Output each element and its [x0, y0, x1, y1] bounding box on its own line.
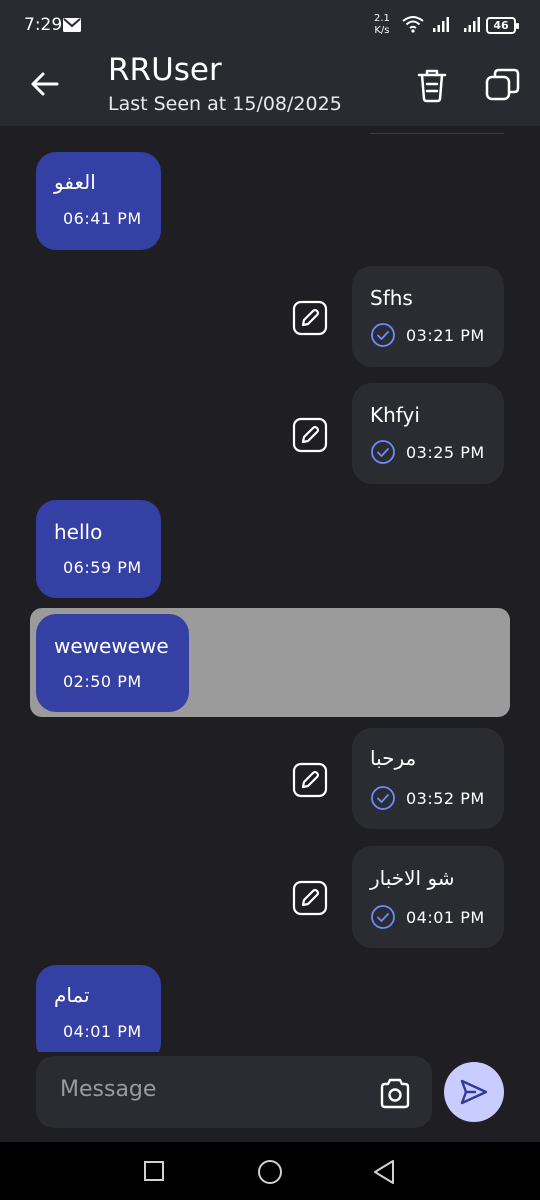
network-speed: 2.1 K/s — [374, 13, 390, 37]
message-time: 06:59 PM — [63, 558, 142, 577]
message-time: 04:01 PM — [406, 908, 485, 927]
copy-icon — [485, 68, 520, 101]
status-time: 7:29 — [24, 15, 63, 35]
message-time: 03:21 PM — [406, 326, 485, 345]
mail-icon — [63, 18, 81, 32]
message-text: Sfhs — [370, 286, 413, 310]
back-button[interactable] — [24, 66, 64, 102]
message-text: مرحبا — [370, 746, 417, 770]
system-nav-bar — [0, 1142, 540, 1200]
recents-button[interactable] — [144, 1161, 164, 1181]
network-speed-unit: K/s — [374, 25, 390, 36]
chat-header: RRUser Last Seen at 15/08/2025 — [0, 52, 540, 126]
trash-icon — [417, 69, 447, 103]
message-time: 03:52 PM — [406, 789, 485, 808]
outgoing-message[interactable]: مرحبا 03:52 PM — [352, 728, 504, 829]
divider — [370, 133, 504, 134]
delete-button[interactable] — [414, 66, 450, 104]
outgoing-message[interactable]: Khfyi 03:25 PM — [352, 383, 504, 484]
edit-message-button[interactable] — [292, 417, 328, 453]
message-text: تمام — [54, 983, 90, 1007]
edit-message-button[interactable] — [292, 300, 328, 336]
nav-back-icon[interactable] — [372, 1159, 396, 1185]
message-text: Khfyi — [370, 403, 420, 427]
status-bar: 7:29 2.1 K/s 46 — [0, 0, 540, 52]
camera-icon — [380, 1078, 410, 1109]
incoming-message[interactable]: العفو 06:41 PM — [36, 152, 161, 250]
pencil-icon — [292, 880, 328, 916]
arrow-left-icon — [31, 72, 59, 96]
outgoing-message[interactable]: شو الاخبار 04:01 PM — [352, 846, 504, 948]
message-list[interactable]: العفو 06:41 PM Sfhs 03:21 PM Khfyi 03:25… — [0, 126, 540, 1052]
contact-name: RRUser — [108, 52, 222, 88]
camera-button[interactable] — [376, 1074, 414, 1112]
battery-icon: 46 — [486, 17, 519, 34]
network-speed-value: 2.1 — [374, 13, 390, 24]
outgoing-message[interactable]: Sfhs 03:21 PM — [352, 266, 504, 367]
last-seen-text: Last Seen at 15/08/2025 — [108, 93, 342, 115]
check-circle-icon — [371, 786, 395, 810]
signal-icon-2 — [464, 17, 480, 32]
incoming-message-selected[interactable]: wewewewe 02:50 PM — [36, 614, 189, 712]
message-text: العفو — [54, 170, 96, 194]
message-text: wewewewe — [54, 634, 169, 658]
copy-button[interactable] — [484, 66, 522, 104]
incoming-message[interactable]: تمام 04:01 PM — [36, 965, 161, 1052]
message-time: 02:50 PM — [63, 672, 142, 691]
message-input[interactable]: Message — [60, 1077, 156, 1102]
edit-message-button[interactable] — [292, 762, 328, 798]
message-input-container: Message — [36, 1056, 432, 1128]
message-text: شو الاخبار — [370, 866, 455, 890]
check-circle-icon — [371, 905, 395, 929]
incoming-message[interactable]: hello 06:59 PM — [36, 500, 161, 598]
pencil-icon — [292, 300, 328, 336]
home-button[interactable] — [258, 1160, 282, 1184]
check-circle-icon — [371, 440, 395, 464]
wifi-icon — [402, 16, 424, 33]
pencil-icon — [292, 762, 328, 798]
message-text: hello — [54, 520, 103, 544]
check-circle-icon — [371, 323, 395, 347]
send-icon — [460, 1079, 488, 1105]
message-time: 04:01 PM — [63, 1022, 142, 1041]
message-time: 06:41 PM — [63, 209, 142, 228]
message-time: 03:25 PM — [406, 443, 485, 462]
edit-message-button[interactable] — [292, 880, 328, 916]
send-button[interactable] — [444, 1062, 504, 1122]
pencil-icon — [292, 417, 328, 453]
signal-icon — [433, 17, 449, 32]
